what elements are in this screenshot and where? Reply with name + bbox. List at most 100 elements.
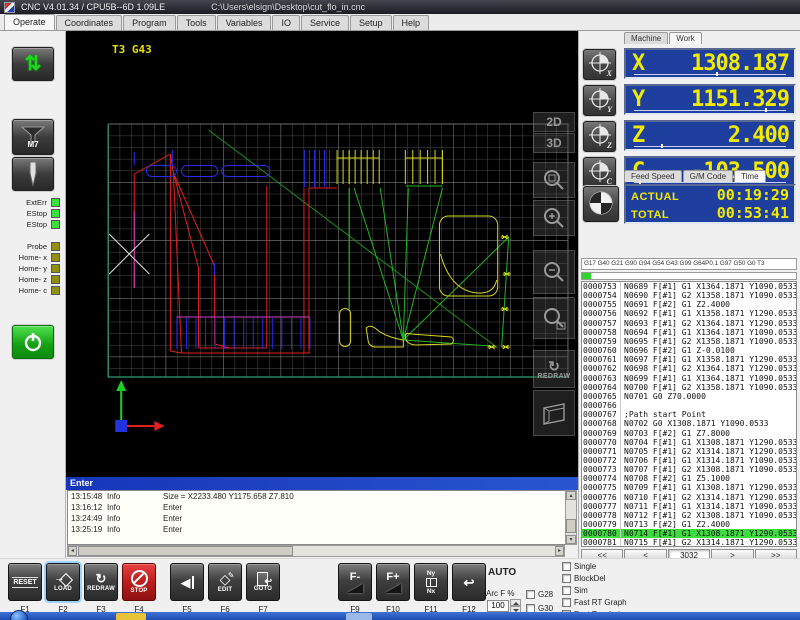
menu-tab-setup[interactable]: Setup — [350, 15, 392, 30]
gcode-row[interactable]: 0000757N0693 F[#1] G2 X1364.1871 Y1290.0… — [582, 319, 796, 328]
feed-minus-button[interactable]: F- — [338, 563, 372, 601]
tab-g-m-code[interactable]: G/M Code — [683, 170, 733, 182]
hscroll-thumb[interactable] — [78, 546, 293, 556]
g28-checkbox[interactable] — [526, 590, 535, 599]
axis-zero-button-x[interactable]: X — [583, 49, 616, 80]
axis-zero-button-z[interactable]: Z — [583, 121, 616, 152]
tab-work[interactable]: Work — [669, 32, 702, 44]
axis-zero-button-c[interactable]: C — [583, 157, 616, 188]
zoom-in-button[interactable] — [533, 200, 575, 236]
spinner-up-icon[interactable] — [510, 599, 521, 606]
checkbox-fast-rt-graph[interactable] — [562, 598, 571, 607]
taskbar-app-icon[interactable] — [346, 613, 372, 620]
gcode-row[interactable]: 0000768N0702 G0 X1308.1871 Y1090.0533 — [582, 419, 796, 428]
arc-f-value[interactable]: 100 — [487, 600, 509, 612]
menu-tab-io[interactable]: IO — [272, 15, 300, 30]
view-2d-button[interactable]: 2D — [533, 112, 575, 132]
zoom-window-button[interactable] — [533, 162, 575, 198]
tab-time[interactable]: Time — [734, 170, 765, 182]
gcode-row[interactable]: 0000771N0705 F[#1] G2 X1314.1871 Y1290.0… — [582, 447, 796, 456]
gcode-row[interactable]: 0000778N0712 F[#1] G2 X1308.1871 Y1090.0… — [582, 511, 796, 520]
power-button[interactable] — [12, 325, 54, 359]
menu-tab-operate[interactable]: Operate — [4, 14, 55, 30]
gcode-row[interactable]: 0000767;Path start Point — [582, 410, 796, 419]
checkbox-single[interactable] — [562, 562, 571, 571]
tab-machine[interactable]: Machine — [624, 32, 668, 44]
edit-button[interactable]: ◇✎ EDIT — [208, 563, 242, 601]
gcode-row[interactable]: 0000753N0689 F[#1] G1 X1364.1871 Y1090.0… — [582, 282, 796, 291]
view-3d-button[interactable]: 3D — [533, 133, 575, 153]
redraw-view-button[interactable]: ↻REDRAW — [533, 350, 575, 388]
gcode-row[interactable]: 0000774N0708 F[#2] G1 Z5.1000 — [582, 474, 796, 483]
time-display: ACTUAL00:19:29TOTAL00:53:41 — [624, 184, 796, 224]
gcode-row[interactable]: 0000773N0707 F[#1] G2 X1308.1871 Y1090.0… — [582, 465, 796, 474]
toolpath-canvas — [66, 31, 578, 477]
stop-button[interactable]: STOP — [122, 563, 156, 601]
perspective-view-button[interactable] — [533, 390, 575, 436]
menu-tab-variables[interactable]: Variables — [217, 15, 272, 30]
taskbar-folder-icon[interactable] — [116, 613, 146, 620]
back-button[interactable]: ↩ — [452, 563, 486, 601]
gcode-row[interactable]: 0000770N0704 F[#1] G1 X1308.1871 Y1290.0… — [582, 438, 796, 447]
feed-plus-button[interactable]: F+ — [376, 563, 410, 601]
gcode-list[interactable]: 0000753N0689 F[#1] G1 X1364.1871 Y1090.0… — [581, 281, 797, 547]
goto-button[interactable]: ↩ GOTO — [246, 563, 280, 601]
scroll-right-icon[interactable]: ▸ — [555, 546, 564, 556]
zoom-extents-button[interactable] — [533, 297, 575, 339]
log-horizontal-scrollbar[interactable]: ◂ ▸ — [67, 545, 565, 557]
gcode-row[interactable]: 0000755N0691 F[#2] G1 Z2.4000 — [582, 300, 796, 309]
gcode-row[interactable]: 0000780N0714 F[#1] G1 X1308.1871 Y1290.0… — [582, 529, 796, 538]
arc-f-spinner[interactable] — [510, 599, 521, 613]
gcode-row[interactable]: 0000777N0711 F[#1] G1 X1314.1871 Y1090.0… — [582, 502, 796, 511]
coolant-m7-button[interactable]: M7 — [12, 119, 54, 155]
gcode-row[interactable]: 0000781N0715 F[#1] G2 X1314.1871 Y1290.0… — [582, 538, 796, 547]
gcode-row[interactable]: 0000779N0713 F[#2] G1 Z2.4000 — [582, 520, 796, 529]
gcode-text: N0703 F[#2] G1 Z7.8000 — [621, 429, 730, 438]
log-vertical-scrollbar[interactable]: ▴ ▾ — [565, 490, 577, 545]
menu-tab-help[interactable]: Help — [393, 15, 430, 30]
gcode-row[interactable]: 0000772N0706 F[#1] G1 X1314.1871 Y1090.0… — [582, 456, 796, 465]
gcode-line-number: 0000775 — [582, 483, 621, 492]
gcode-row[interactable]: 0000763N0699 F[#1] G1 X1364.1871 Y1090.0… — [582, 374, 796, 383]
start-orb[interactable] — [10, 610, 28, 620]
redraw-button[interactable]: ↻ REDRAW — [84, 563, 118, 601]
gcode-row[interactable]: 0000775N0709 F[#1] G1 X1308.1871 Y1290.0… — [582, 483, 796, 492]
gcode-row[interactable]: 0000766 — [582, 401, 796, 410]
tab-feed-speed[interactable]: Feed Speed — [624, 170, 682, 182]
menu-tab-tools[interactable]: Tools — [177, 15, 216, 30]
window-title: CNC V4.01.34 / CPU5B--6D 1.09LE — [21, 2, 165, 12]
tool-change-button[interactable]: ⇅ — [12, 47, 54, 81]
vscroll-thumb[interactable] — [566, 519, 576, 533]
checkbox-blockdel[interactable] — [562, 574, 571, 583]
gcode-row[interactable]: 0000760N0696 F[#2] G1 Z-0.0100 — [582, 346, 796, 355]
axis-zero-button-y[interactable]: Y — [583, 85, 616, 116]
gcode-row[interactable]: 0000759N0695 F[#1] G2 X1358.1871 Y1090.0… — [582, 337, 796, 346]
gcode-row[interactable]: 0000769N0703 F[#2] G1 Z7.8000 — [582, 429, 796, 438]
gcode-row[interactable]: 0000776N0710 F[#1] G2 X1314.1871 Y1290.0… — [582, 493, 796, 502]
checkbox-sim[interactable] — [562, 586, 571, 595]
spindle-button[interactable] — [12, 157, 54, 191]
gcode-row[interactable]: 0000761N0697 F[#1] G1 X1358.1871 Y1290.0… — [582, 355, 796, 364]
gcode-row[interactable]: 0000762N0698 F[#1] G2 X1364.1871 Y1290.0… — [582, 364, 796, 373]
menu-tab-program[interactable]: Program — [123, 15, 176, 30]
scroll-left-icon[interactable]: ◂ — [68, 546, 77, 556]
log-entries: 13:15:48InfoSize = X2233.480 Y1175.658 Z… — [67, 490, 565, 545]
gcode-row[interactable]: 0000765N0701 G0 Z70.0000 — [582, 392, 796, 401]
menu-tab-coordinates[interactable]: Coordinates — [56, 15, 123, 30]
nxny-button[interactable]: Ny Nx — [414, 563, 448, 601]
gcode-row[interactable]: 0000754N0690 F[#1] G2 X1358.1871 Y1090.0… — [582, 291, 796, 300]
zoom-out-button[interactable] — [533, 250, 575, 294]
gcode-row[interactable]: 0000758N0694 F[#1] G1 X1364.1871 Y1090.0… — [582, 328, 796, 337]
scroll-up-icon[interactable]: ▴ — [566, 491, 576, 500]
load-button[interactable]: → LOAD — [46, 563, 80, 601]
gcode-row[interactable]: 0000756N0692 F[#1] G1 X1358.1871 Y1290.0… — [582, 309, 796, 318]
menu-tab-service[interactable]: Service — [301, 15, 349, 30]
toolpath-viewport[interactable]: T3 G43 2D3D↻REDRAW — [66, 31, 578, 477]
home-indicator-row: Home- z — [0, 274, 66, 285]
gcode-row[interactable]: 0000764N0700 F[#1] G2 X1358.1871 Y1090.0… — [582, 383, 796, 392]
timer-zero-button[interactable] — [583, 186, 619, 222]
scroll-down-icon[interactable]: ▾ — [566, 535, 576, 544]
rewind-button[interactable]: ◀ — [170, 563, 204, 601]
g28-checkbox-row: G28 — [526, 590, 553, 599]
reset-button[interactable]: RESET — [8, 563, 42, 601]
